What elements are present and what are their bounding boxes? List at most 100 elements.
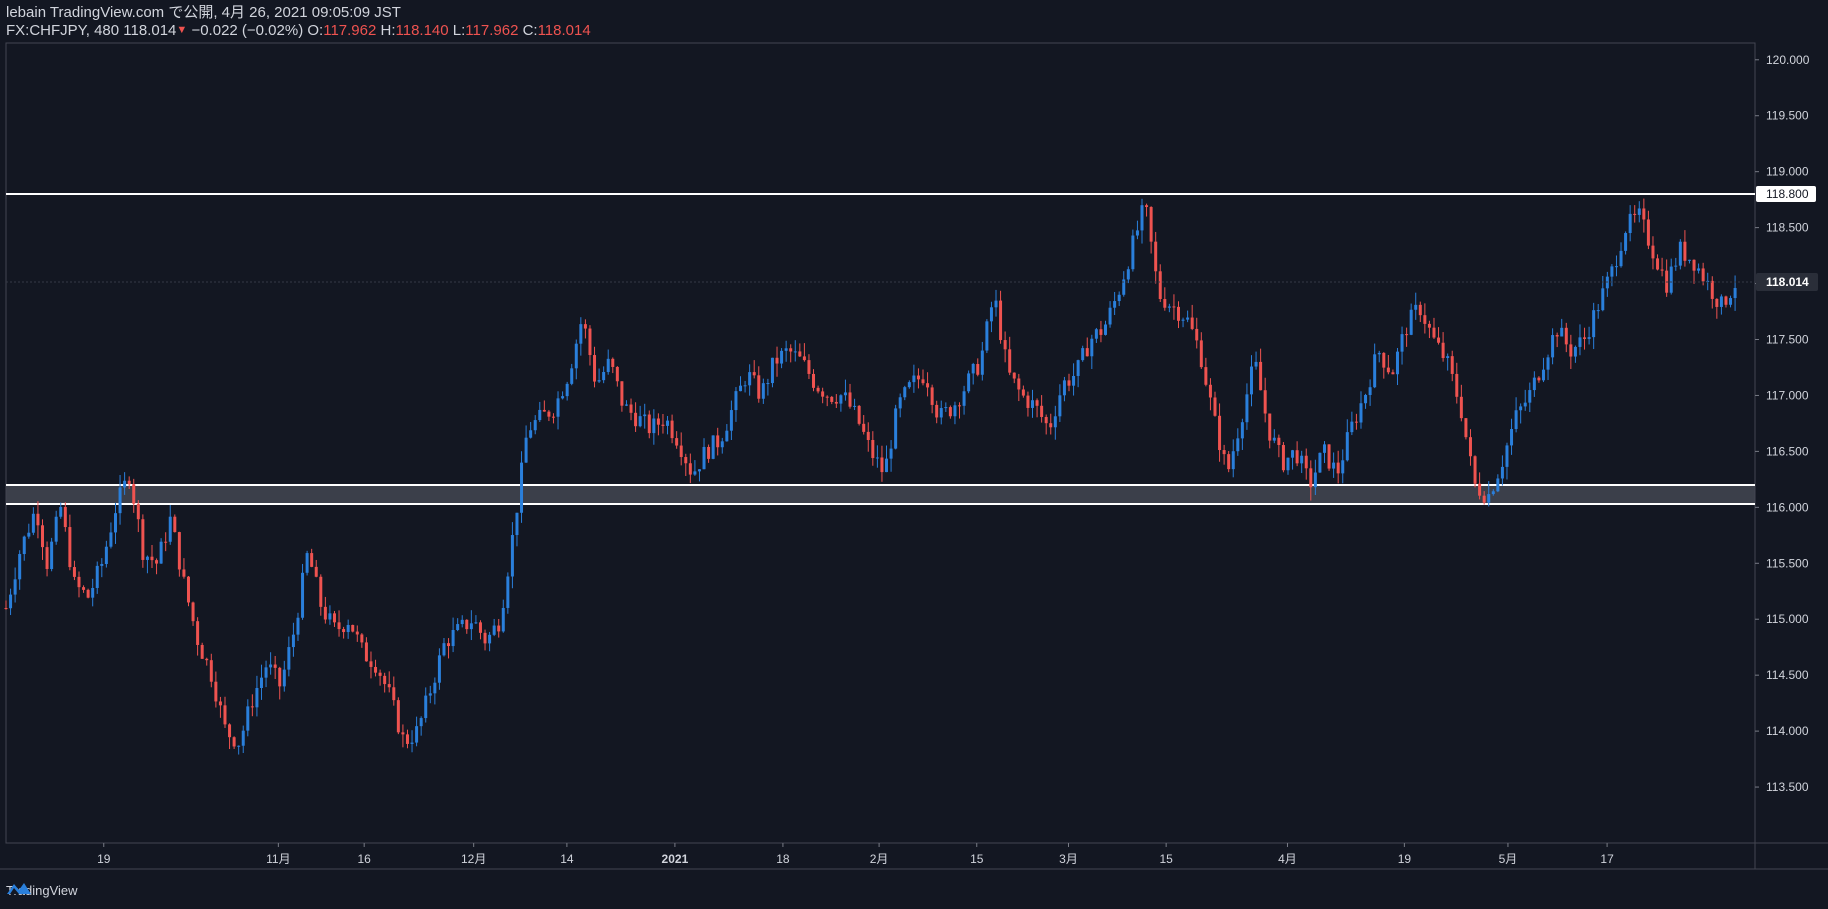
candle-body xyxy=(793,351,797,353)
candle-body xyxy=(305,553,309,573)
candle-body xyxy=(214,681,218,702)
candle-body xyxy=(812,373,816,388)
candle-body xyxy=(711,435,715,459)
x-tick-label: 14 xyxy=(560,852,574,866)
candle-body xyxy=(725,430,729,442)
low-label: L: xyxy=(452,22,466,39)
candle-body xyxy=(186,576,190,603)
candle-body xyxy=(1482,495,1486,503)
candle-body xyxy=(1140,205,1144,231)
candle-body xyxy=(866,431,870,440)
candle-body xyxy=(447,643,451,647)
candle-body xyxy=(497,625,501,632)
candle-body xyxy=(241,730,245,746)
candle-body xyxy=(679,445,683,458)
candle-body xyxy=(1596,310,1600,312)
candle-body xyxy=(1268,413,1272,441)
candle-body xyxy=(232,737,236,747)
candle-body xyxy=(1249,366,1253,395)
candle-body xyxy=(1405,334,1409,336)
candle-body xyxy=(168,516,172,542)
candle-body xyxy=(675,438,679,446)
y-tick-label: 113.500 xyxy=(1766,780,1809,794)
candle-body xyxy=(583,324,587,329)
candle-body xyxy=(739,385,743,392)
candle-body xyxy=(460,619,464,625)
candle-body xyxy=(989,307,993,322)
candle-body xyxy=(921,379,925,384)
candle-body xyxy=(766,383,770,385)
candle-body xyxy=(173,516,177,533)
candle-body xyxy=(1418,304,1422,316)
candle-body xyxy=(127,480,131,485)
candle-body xyxy=(1295,450,1299,464)
symbol-label: FX:CHFJPY, 480 xyxy=(6,22,120,39)
candle-body xyxy=(743,385,747,387)
candle-body xyxy=(556,398,560,417)
candle-body xyxy=(1176,306,1180,321)
y-tick-label: 114.000 xyxy=(1766,724,1809,738)
y-tick-label: 119.500 xyxy=(1766,109,1809,123)
candle-body xyxy=(734,391,738,411)
candle-body xyxy=(930,387,934,405)
candle-body xyxy=(1012,372,1016,379)
footer-brand[interactable]: TradingView xyxy=(6,880,78,900)
y-tick-label: 120.000 xyxy=(1766,53,1810,67)
candle-body xyxy=(1614,266,1618,268)
candle-body xyxy=(1332,462,1336,469)
candle-body xyxy=(597,380,601,382)
candle-body xyxy=(515,512,519,536)
candle-body xyxy=(926,383,930,388)
x-tick-label: 17 xyxy=(1600,852,1614,866)
candle-body xyxy=(1624,233,1628,251)
candle-body xyxy=(1427,323,1431,328)
candle-body xyxy=(351,624,355,632)
candle-body xyxy=(424,695,428,719)
candle-body xyxy=(346,624,350,633)
candle-body xyxy=(871,439,875,459)
candle-body xyxy=(1245,394,1249,423)
candle-body xyxy=(1195,328,1199,341)
candle-body xyxy=(889,448,893,459)
candle-body xyxy=(907,382,911,388)
candle-body xyxy=(1414,304,1418,310)
candle-body xyxy=(273,664,277,668)
candle-body xyxy=(1610,266,1614,277)
candle-body xyxy=(59,506,63,517)
candle-body xyxy=(360,634,364,643)
x-tick-label: 2021 xyxy=(662,852,689,866)
candle-body xyxy=(478,622,482,633)
candle-body xyxy=(36,513,40,526)
candle-body xyxy=(953,405,957,417)
candle-body xyxy=(533,420,537,431)
candle-body xyxy=(1318,452,1322,473)
candle-body xyxy=(136,503,140,520)
candle-body xyxy=(1496,478,1500,492)
close-label: C: xyxy=(522,22,538,39)
candle-body xyxy=(903,387,907,398)
candle-body xyxy=(638,416,642,427)
candle-body xyxy=(1081,348,1085,361)
low-value: 117.962 xyxy=(465,22,519,39)
candle-body xyxy=(1528,390,1532,403)
candle-body xyxy=(588,328,592,356)
candle-body xyxy=(1715,298,1719,307)
candle-body xyxy=(1592,310,1596,338)
candle-body xyxy=(1327,444,1331,469)
candle-body xyxy=(1587,337,1591,339)
candle-body xyxy=(1186,317,1190,320)
candle-body xyxy=(332,613,336,623)
candle-body xyxy=(54,516,58,542)
candle-body xyxy=(843,392,847,396)
candle-body xyxy=(1158,271,1162,300)
candle-body xyxy=(898,397,902,409)
candle-body xyxy=(269,664,273,668)
candle-body xyxy=(109,532,113,547)
candle-body xyxy=(1309,468,1313,488)
candlestick-chart[interactable]: 120.000119.500119.000118.500118.000117.5… xyxy=(0,0,1828,909)
candle-body xyxy=(456,624,460,630)
candle-body xyxy=(1646,219,1650,246)
chart-area[interactable]: 120.000119.500119.000118.500118.000117.5… xyxy=(0,0,1828,909)
candle-body xyxy=(1541,369,1545,381)
candle-body xyxy=(155,560,159,564)
